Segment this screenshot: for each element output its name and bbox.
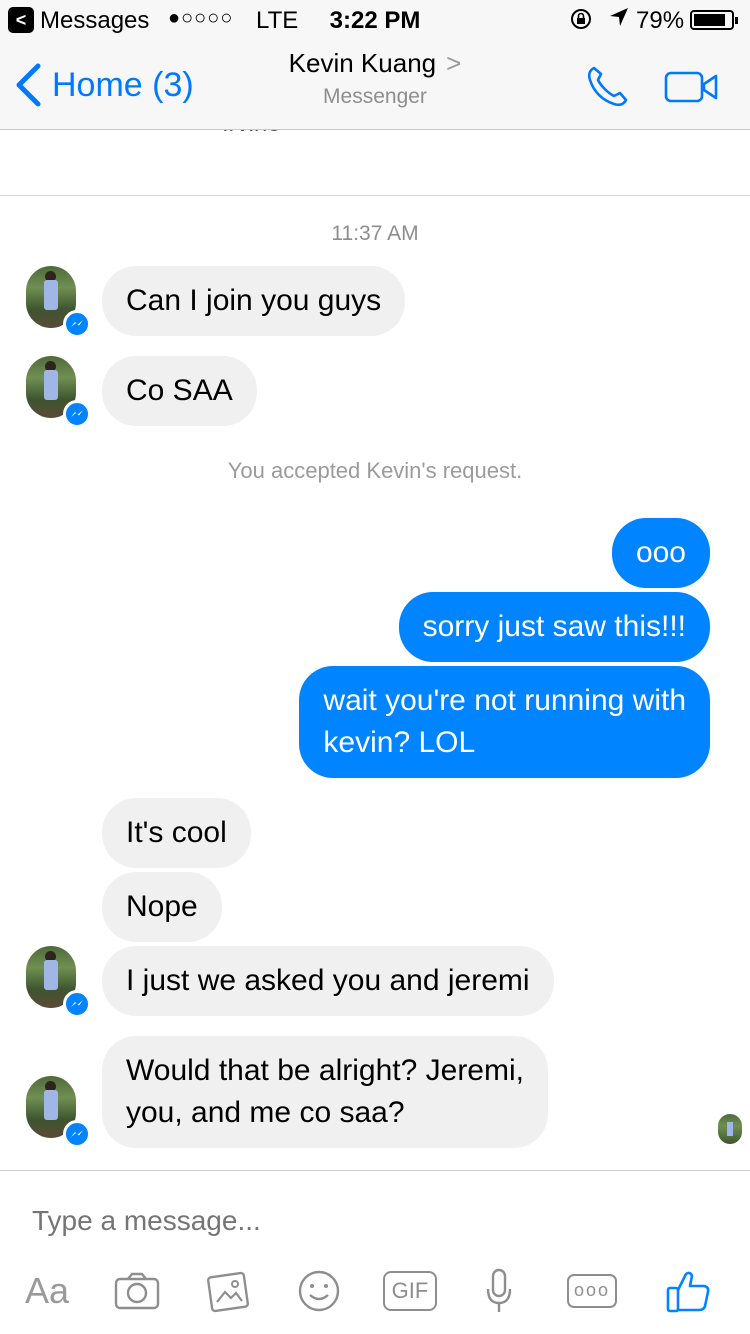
composer-toolbar: Aa GIF ooo	[0, 1261, 750, 1321]
emoji-button[interactable]	[296, 1261, 342, 1321]
message-bubble-incoming[interactable]: Nope	[102, 872, 222, 942]
photo-gallery-button[interactable]	[204, 1261, 254, 1321]
gif-icon: GIF	[383, 1271, 437, 1311]
chevron-right-icon: >	[446, 48, 462, 78]
gif-button[interactable]: GIF	[382, 1261, 438, 1321]
conversation-header: Home (3) Kevin Kuang > Messenger	[0, 40, 750, 130]
previous-card-text: Irvine	[222, 130, 281, 138]
phone-icon	[587, 66, 628, 107]
message-composer: Aa GIF ooo	[0, 1170, 750, 1334]
camera-icon	[114, 1272, 160, 1310]
thumbs-up-icon	[666, 1271, 710, 1313]
location-icon	[608, 6, 630, 34]
video-call-button[interactable]	[664, 70, 720, 104]
messenger-badge-icon	[63, 310, 91, 338]
rotation-lock-icon	[570, 8, 592, 37]
conversation-title[interactable]: Kevin Kuang > Messenger	[0, 48, 750, 109]
contact-avatar[interactable]	[26, 266, 91, 338]
video-camera-icon	[664, 71, 718, 103]
contact-avatar[interactable]	[26, 1076, 91, 1148]
text-style-button[interactable]: Aa	[18, 1261, 76, 1321]
message-timestamp: 11:37 AM	[331, 222, 419, 245]
contact-name: Kevin Kuang	[288, 48, 437, 78]
messenger-badge-icon	[63, 400, 91, 428]
message-bubble-outgoing[interactable]: wait you're not running with kevin? LOL	[299, 666, 710, 778]
messenger-badge-icon	[63, 990, 91, 1018]
conversation-subtitle: Messenger	[323, 85, 427, 108]
smiley-icon	[298, 1270, 340, 1312]
message-bubble-incoming[interactable]: Can I join you guys	[102, 266, 406, 336]
previous-shared-card[interactable]: Irvine	[0, 130, 750, 196]
message-bubble-outgoing[interactable]: sorry just saw this!!!	[398, 592, 710, 662]
battery-icon	[690, 10, 738, 30]
more-options-button[interactable]: ooo	[566, 1261, 618, 1321]
status-bar: < Messages ●○○○○ LTE 3:22 PM 79%	[0, 0, 750, 40]
contact-avatar[interactable]	[26, 946, 91, 1018]
message-bubble-outgoing[interactable]: ooo	[611, 518, 710, 588]
message-bubble-incoming[interactable]: Co SAA	[102, 356, 257, 426]
camera-button[interactable]	[112, 1261, 162, 1321]
voice-call-button[interactable]	[584, 62, 632, 110]
request-accepted-notice: You accepted Kevin's request.	[227, 458, 523, 483]
voice-message-button[interactable]	[484, 1261, 514, 1321]
microphone-icon	[486, 1268, 512, 1312]
message-bubble-incoming[interactable]: It's cool	[102, 798, 251, 868]
message-bubble-incoming[interactable]: I just we asked you and jeremi	[102, 946, 554, 1016]
more-icon: ooo	[567, 1274, 617, 1308]
text-style-icon: Aa	[24, 1270, 70, 1311]
like-button[interactable]	[664, 1261, 712, 1321]
read-receipt-avatar	[718, 1114, 742, 1144]
gallery-icon	[206, 1271, 250, 1313]
battery-percentage: 79%	[636, 7, 685, 34]
messenger-badge-icon	[63, 1120, 91, 1148]
message-thread[interactable]: Irvine 11:37 AM Can I join you guys Co S…	[0, 130, 750, 1170]
message-input[interactable]	[32, 1201, 722, 1241]
message-bubble-incoming[interactable]: Would that be alright? Jeremi, you, and …	[102, 1036, 548, 1148]
contact-avatar[interactable]	[26, 356, 91, 428]
